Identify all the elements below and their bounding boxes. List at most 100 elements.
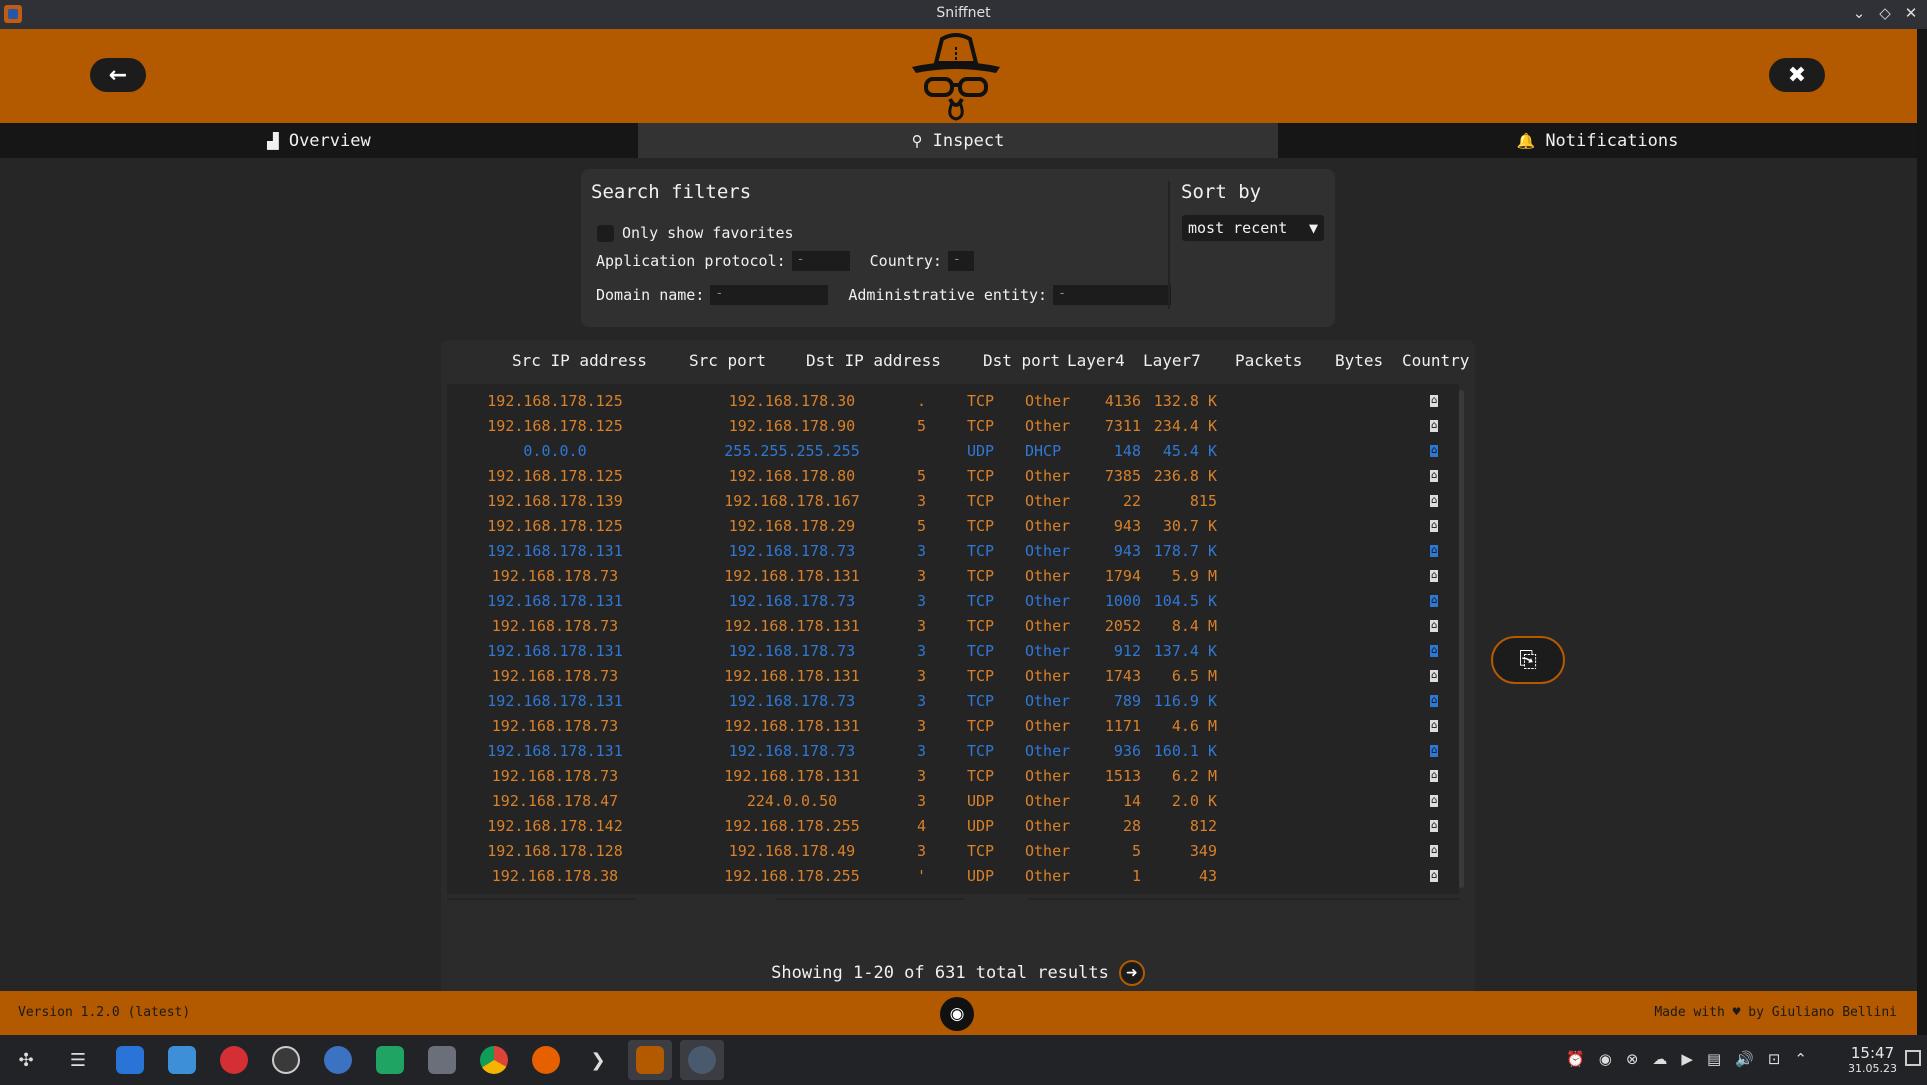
- screen-icon[interactable]: [420, 1040, 464, 1080]
- cell-layer4: TCP: [967, 692, 995, 710]
- sort-dropdown[interactable]: most recent ▼: [1182, 215, 1324, 241]
- export-report-button[interactable]: ⎘: [1491, 636, 1565, 684]
- spreadsheet-icon[interactable]: [368, 1040, 412, 1080]
- table-row[interactable]: 192.168.178.125 192.168.178.29 5 TCP Other 94…: [447, 514, 1447, 539]
- cell-src-ip: 192.168.178.131: [487, 542, 623, 560]
- cell-bytes: 178.7 K: [1153, 542, 1217, 560]
- cell-dst-port: 3: [917, 492, 927, 510]
- cell-bytes: 349: [1189, 842, 1217, 860]
- country-input[interactable]: -: [947, 251, 974, 271]
- cell-dst-ip: 192.168.178.73: [728, 592, 856, 610]
- vivaldi-icon[interactable]: [212, 1040, 256, 1080]
- col-dst-ip[interactable]: Dst IP address: [806, 351, 941, 370]
- chevron-up-icon[interactable]: ⌃: [1794, 1050, 1807, 1068]
- filters-title: Search filters: [591, 181, 752, 203]
- col-dst-port[interactable]: Dst port: [983, 351, 1060, 370]
- xbox-icon[interactable]: [264, 1040, 308, 1080]
- table-row[interactable]: 192.168.178.73 192.168.178.131 3 TCP Other 11…: [447, 714, 1447, 739]
- home-country-icon: ⌂: [1430, 770, 1439, 782]
- mail-icon[interactable]: [316, 1040, 360, 1080]
- table-row[interactable]: 192.168.178.142 192.168.178.255 4 UDP Other 2…: [447, 814, 1447, 839]
- table-row[interactable]: 192.168.178.125 192.168.178.30. TCP Other 41…: [447, 389, 1447, 414]
- clipboard-icon[interactable]: ▤: [1707, 1050, 1721, 1068]
- cell-bytes: 4.6 M: [1171, 717, 1217, 735]
- firefox-icon[interactable]: [524, 1040, 568, 1080]
- volume-icon[interactable]: 🔊: [1735, 1050, 1754, 1068]
- cell-packets: 14: [1122, 792, 1141, 810]
- weather-icon[interactable]: ☁: [1652, 1050, 1667, 1068]
- task-manager-icon[interactable]: ☰: [56, 1040, 100, 1080]
- column-divider: [447, 898, 635, 900]
- cell-bytes: 116.9 K: [1153, 692, 1217, 710]
- cell-bytes: 8.4 M: [1171, 617, 1217, 635]
- launcher-icon[interactable]: ✣: [4, 1040, 48, 1080]
- col-country[interactable]: Country: [1402, 351, 1469, 370]
- col-bytes[interactable]: Bytes: [1335, 351, 1383, 370]
- cell-packets: 5: [1131, 842, 1141, 860]
- show-desktop-button[interactable]: [1905, 1050, 1921, 1066]
- back-button[interactable]: ←: [90, 58, 146, 92]
- maximize-button[interactable]: ◇: [1877, 3, 1893, 23]
- table-row[interactable]: 192.168.178.38 192.168.178.255 ' UDP Other 1 4…: [447, 864, 1447, 889]
- table-row[interactable]: 192.168.178.131 192.168.178.73 3 TCP Other 78…: [447, 689, 1447, 714]
- table-row[interactable]: 192.168.178.125 192.168.178.90 5 TCP Other 73…: [447, 414, 1447, 439]
- store-icon[interactable]: [108, 1040, 152, 1080]
- chrome-icon[interactable]: [472, 1040, 516, 1080]
- entity-label: Administrative entity:: [848, 286, 1048, 304]
- tab-inspect[interactable]: ⚲ Inspect: [638, 123, 1278, 158]
- home-country-icon: ⌂: [1430, 745, 1439, 757]
- table-row[interactable]: 192.168.178.125 192.168.178.80 5 TCP Other 73…: [447, 464, 1447, 489]
- table-row[interactable]: 192.168.178.131 192.168.178.73 3 TCP Other 91…: [447, 639, 1447, 664]
- cell-packets: 148: [1113, 442, 1141, 460]
- cell-layer4: TCP: [967, 617, 995, 635]
- favorites-checkbox[interactable]: [597, 224, 614, 242]
- xbox-tray-icon[interactable]: ⊗: [1626, 1050, 1639, 1068]
- sort-value: most recent: [1188, 219, 1288, 237]
- minimize-button[interactable]: ⌄: [1851, 3, 1867, 23]
- tab-overview[interactable]: ▟ Overview: [0, 123, 638, 158]
- media-icon[interactable]: ▶: [1681, 1050, 1693, 1068]
- next-page-button[interactable]: ➜: [1118, 960, 1145, 986]
- github-icon[interactable]: ◉: [940, 997, 974, 1031]
- cell-packets: 943: [1113, 542, 1141, 560]
- sniffnet-taskbar-icon[interactable]: [628, 1040, 672, 1080]
- table-row[interactable]: 192.168.178.47 224.0.0.50 3 UDP Other 14 2.0 K…: [447, 789, 1447, 814]
- table-row[interactable]: 192.168.178.73 192.168.178.131 3 TCP Other 15…: [447, 764, 1447, 789]
- settings-button[interactable]: ✖: [1769, 58, 1825, 92]
- table-row[interactable]: 192.168.178.131 192.168.178.73 3 TCP Other 10…: [447, 589, 1447, 614]
- col-layer4[interactable]: Layer4: [1067, 351, 1125, 370]
- table-row[interactable]: 0.0.0.0 255.255.255.255 UDP DHCP 148 45.4 K ⌂: [447, 439, 1447, 464]
- tab-notifications[interactable]: 🔔 Notifications: [1278, 123, 1917, 158]
- cell-dst-ip: 255.255.255.255: [724, 442, 860, 460]
- record-icon[interactable]: ◉: [1599, 1050, 1612, 1068]
- table-row[interactable]: 192.168.178.73 192.168.178.131 3 TCP Other 17…: [447, 564, 1447, 589]
- cell-layer4: TCP: [967, 717, 995, 735]
- table-row[interactable]: 192.168.178.131 192.168.178.73 3 TCP Other 94…: [447, 539, 1447, 564]
- close-window-button[interactable]: ✕: [1903, 3, 1919, 23]
- clock[interactable]: 15:47 31.05.23: [1848, 1044, 1897, 1075]
- alarm-icon[interactable]: ⏰: [1566, 1050, 1585, 1068]
- network-icon[interactable]: ⊡: [1768, 1050, 1781, 1068]
- domain-input[interactable]: -: [710, 285, 829, 305]
- col-src-port[interactable]: Src port: [689, 351, 766, 370]
- terminal-icon[interactable]: ❯: [576, 1040, 620, 1080]
- entity-input[interactable]: -: [1053, 285, 1172, 305]
- home-country-icon: ⌂: [1430, 445, 1439, 457]
- table-row[interactable]: 192.168.178.128 192.168.178.49 3 TCP Other 5 3…: [447, 839, 1447, 864]
- file-export-icon: ⎘: [1519, 647, 1537, 673]
- app-protocol-input[interactable]: -: [791, 251, 850, 271]
- table-row[interactable]: 192.168.178.131 192.168.178.73 3 TCP Other 93…: [447, 739, 1447, 764]
- table-scrollbar[interactable]: [1459, 390, 1464, 888]
- col-src-ip[interactable]: Src IP address: [512, 351, 647, 370]
- settings-taskbar-icon[interactable]: [680, 1040, 724, 1080]
- table-row[interactable]: 192.168.178.139 192.168.178.167 3 TCP Other 2…: [447, 489, 1447, 514]
- home-country-icon: ⌂: [1430, 595, 1439, 607]
- table-row[interactable]: 192.168.178.73 192.168.178.131 3 TCP Other 20…: [447, 614, 1447, 639]
- table-row[interactable]: 192.168.178.73 192.168.178.131 3 TCP Other 17…: [447, 664, 1447, 689]
- col-packets[interactable]: Packets: [1235, 351, 1302, 370]
- col-layer7[interactable]: Layer7: [1143, 351, 1201, 370]
- cell-dst-ip: 192.168.178.73: [728, 542, 856, 560]
- cell-src-ip: 192.168.178.125: [487, 467, 623, 485]
- app-header: ← ✖: [0, 29, 1917, 123]
- files-icon[interactable]: [160, 1040, 204, 1080]
